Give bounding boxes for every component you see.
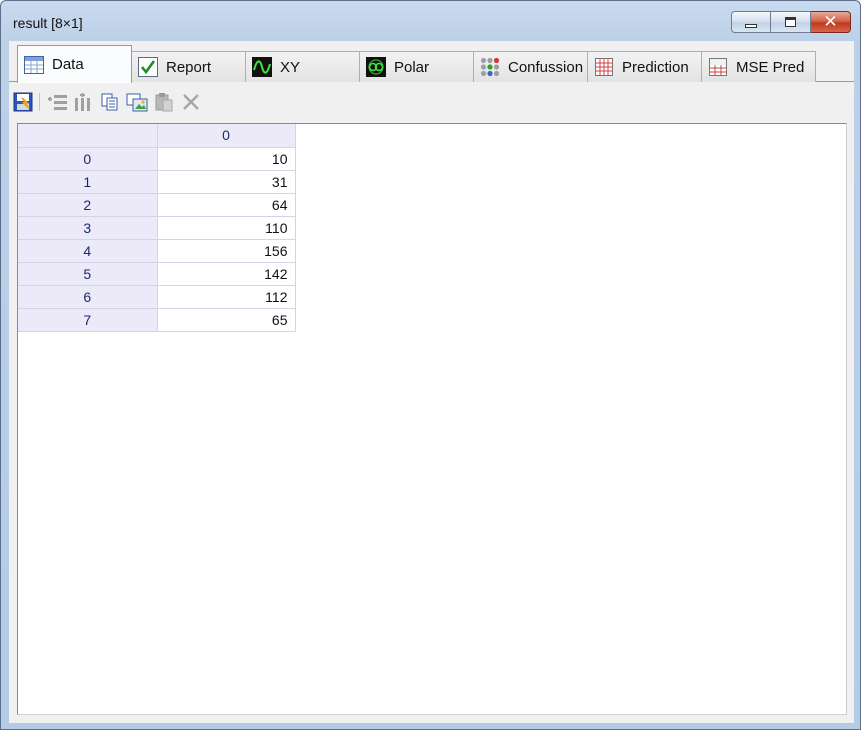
- title-bar[interactable]: result [8×1] ✕: [1, 1, 860, 41]
- close-button[interactable]: ✕: [811, 11, 851, 33]
- tab-prediction-label: Prediction: [622, 58, 689, 76]
- window-title: result [8×1]: [13, 15, 83, 31]
- minimize-icon: [745, 24, 757, 28]
- client-area: Data Report XY Polar Confussion Predicti…: [9, 41, 854, 723]
- table-row: 6 112: [18, 285, 296, 309]
- paste-button[interactable]: [153, 91, 175, 113]
- table-row: 0 10: [18, 147, 296, 171]
- table-row: 1 31: [18, 170, 296, 194]
- row-header[interactable]: 5: [18, 262, 158, 286]
- table-row: 3 110: [18, 216, 296, 240]
- save-button[interactable]: [12, 91, 34, 113]
- restore-icon: [785, 17, 796, 27]
- toolbar: [9, 88, 854, 116]
- copy-button[interactable]: [99, 91, 121, 113]
- mse-pred-icon: [708, 57, 728, 77]
- table-cell[interactable]: 156: [157, 239, 296, 263]
- paste-icon: [155, 93, 173, 112]
- insert-row-button[interactable]: [46, 91, 68, 113]
- table-cell[interactable]: 64: [157, 193, 296, 217]
- table-cell[interactable]: 10: [157, 147, 296, 171]
- corner-header[interactable]: [18, 124, 158, 148]
- row-header[interactable]: 6: [18, 285, 158, 309]
- tab-data[interactable]: Data: [17, 45, 132, 83]
- data-table: 0 0 10 1 31 2 64 3 110 4 156 5 142 6 112…: [18, 124, 296, 332]
- table-cell[interactable]: 112: [157, 285, 296, 309]
- window-controls: ✕: [731, 11, 851, 33]
- row-header[interactable]: 7: [18, 308, 158, 332]
- table-cell[interactable]: 110: [157, 216, 296, 240]
- table-row: 5 142: [18, 262, 296, 286]
- tab-xy[interactable]: XY: [245, 51, 360, 82]
- data-grid[interactable]: 0 0 10 1 31 2 64 3 110 4 156 5 142 6 112…: [17, 123, 847, 715]
- restore-button[interactable]: [771, 11, 811, 33]
- row-header[interactable]: 0: [18, 147, 158, 171]
- copy-image-icon: [126, 93, 148, 112]
- header-row: 0: [18, 124, 296, 148]
- row-header[interactable]: 2: [18, 193, 158, 217]
- tab-xy-label: XY: [280, 58, 301, 76]
- close-icon: ✕: [823, 11, 838, 32]
- minimize-button[interactable]: [731, 11, 771, 33]
- data-grid-icon: [24, 55, 44, 75]
- tab-strip: Data Report XY Polar Confussion Predicti…: [9, 41, 854, 83]
- row-header[interactable]: 3: [18, 216, 158, 240]
- tab-mse-pred[interactable]: MSE Pred: [701, 51, 816, 82]
- delete-icon: [183, 94, 199, 110]
- app-window: result [8×1] ✕ Data Report XY Polar Conf…: [0, 0, 861, 730]
- confusion-dots-icon: [480, 57, 500, 77]
- table-cell[interactable]: 31: [157, 170, 296, 194]
- table-row: 7 65: [18, 308, 296, 332]
- tab-mse-pred-label: MSE Pred: [736, 58, 805, 76]
- tab-data-label: Data: [52, 56, 84, 73]
- copy-image-button[interactable]: [126, 91, 148, 113]
- polar-plot-icon: [366, 57, 386, 77]
- tab-confussion[interactable]: Confussion: [473, 51, 588, 82]
- xy-wave-icon: [252, 57, 272, 77]
- insert-column-icon: [75, 93, 90, 111]
- tab-report[interactable]: Report: [131, 51, 246, 82]
- save-icon: [13, 92, 33, 112]
- insert-row-icon: [48, 95, 67, 110]
- tab-polar[interactable]: Polar: [359, 51, 474, 82]
- delete-button[interactable]: [180, 91, 202, 113]
- tab-polar-label: Polar: [394, 58, 430, 76]
- table-row: 4 156: [18, 239, 296, 263]
- tab-confussion-label: Confussion: [508, 58, 584, 76]
- table-cell[interactable]: 142: [157, 262, 296, 286]
- copy-icon: [101, 93, 118, 111]
- table-row: 2 64: [18, 193, 296, 217]
- insert-column-button[interactable]: [72, 91, 94, 113]
- table-cell[interactable]: 65: [157, 308, 296, 332]
- report-check-icon: [138, 57, 158, 77]
- column-header[interactable]: 0: [157, 124, 296, 148]
- prediction-grid-icon: [594, 57, 614, 77]
- tab-report-label: Report: [166, 58, 212, 76]
- tab-prediction[interactable]: Prediction: [587, 51, 702, 82]
- toolbar-separator: [39, 93, 40, 111]
- row-header[interactable]: 1: [18, 170, 158, 194]
- row-header[interactable]: 4: [18, 239, 158, 263]
